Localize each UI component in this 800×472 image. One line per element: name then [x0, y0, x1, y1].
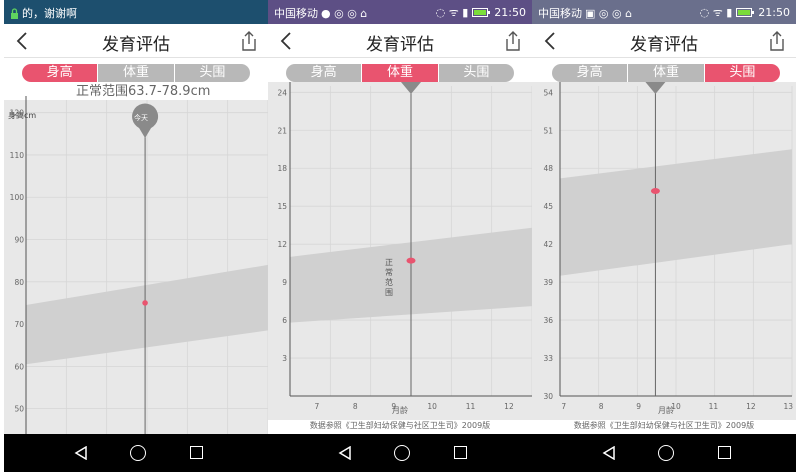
x-axis-label: 月龄: [392, 406, 408, 415]
system-nav-bar: [268, 434, 532, 472]
nav-home-icon[interactable]: [394, 445, 410, 461]
y-tick-label: 39: [543, 278, 553, 287]
height-chart[interactable]: 5060708090100110120: [4, 0, 268, 472]
x-tick-label: 8: [353, 402, 358, 411]
y-tick-label: 12: [277, 240, 287, 249]
normal-range-label: 正常范围: [385, 258, 393, 297]
x-tick-label: 7: [561, 402, 566, 411]
x-tick-label: 11: [709, 402, 719, 411]
y-tick-label: 51: [543, 126, 553, 135]
y-tick-label: 50: [14, 405, 24, 414]
data-point: [142, 300, 148, 306]
x-tick-label: 9: [636, 402, 641, 411]
y-tick-label: 54: [543, 88, 553, 97]
system-nav-bar: [532, 434, 796, 472]
y-tick-label: 45: [543, 202, 553, 211]
y-axis-label: 身高cm: [8, 111, 37, 120]
nav-home-icon[interactable]: [130, 445, 146, 461]
screen-head-circumference: 中国移动 ▣ ◎ ◎ ⌂ ◌ ᯤ ▮ 21:50 发育评估 身高 体重 头围 3…: [532, 0, 796, 472]
y-tick-label: 36: [543, 316, 553, 325]
y-tick-label: 33: [543, 354, 553, 363]
y-tick-label: 110: [10, 151, 25, 160]
x-tick-label: 13: [783, 402, 793, 411]
y-tick-label: 30: [543, 392, 553, 401]
data-source-note: 数据参照《卫生部妇幼保健与社区卫生司》2009版: [573, 421, 755, 430]
x-tick-label: 8: [599, 402, 604, 411]
head-circumference-chart[interactable]: 3033363942454851547 8 9 10 11 12 13: [532, 0, 796, 472]
data-point: [406, 257, 416, 264]
nav-recent-icon[interactable]: [718, 446, 731, 459]
weight-chart[interactable]: 36912151821247 8 9 10 11 12: [268, 0, 532, 472]
x-tick-label: 10: [427, 402, 437, 411]
data-source-note: 数据参照《卫生部妇幼保健与社区卫生司》2009版: [309, 421, 491, 430]
x-tick-label: 12: [746, 402, 756, 411]
nav-home-icon[interactable]: [658, 445, 674, 461]
x-tick-label: 7: [314, 402, 319, 411]
nav-recent-icon[interactable]: [454, 446, 467, 459]
x-tick-label: 11: [466, 402, 476, 411]
y-tick-label: 3: [282, 354, 287, 363]
y-tick-label: 80: [14, 278, 24, 287]
today-marker-label: 今天: [134, 114, 148, 122]
nav-back-icon[interactable]: [338, 446, 352, 460]
y-tick-label: 15: [277, 202, 287, 211]
nav-back-icon[interactable]: [602, 446, 616, 460]
y-tick-label: 6: [282, 316, 287, 325]
y-tick-label: 24: [277, 88, 287, 97]
x-axis-label: 月龄: [658, 406, 674, 415]
y-tick-label: 60: [14, 362, 24, 371]
data-point: [650, 188, 660, 195]
y-tick-label: 18: [277, 164, 287, 173]
y-tick-label: 9: [282, 278, 287, 287]
screen-height: 的，谢谢啊 发育评估 身高 体重 头围 正常范围63.7-78.9cm 50 60…: [4, 0, 268, 472]
y-tick-label: 48: [543, 164, 553, 173]
system-nav-bar: [4, 434, 268, 472]
x-tick-label: 12: [504, 402, 514, 411]
nav-back-icon[interactable]: [74, 446, 88, 460]
y-tick-label: 100: [10, 193, 25, 202]
y-tick-label: 70: [14, 320, 24, 329]
screen-weight: 中国移动 ● ◎ ◎ ⌂ ◌ ᯤ ▮ 21:50 发育评估 身高 体重 头围 3…: [268, 0, 532, 472]
plot-background: [4, 100, 268, 434]
y-tick-label: 21: [277, 126, 287, 135]
y-tick-label: 90: [14, 236, 24, 245]
nav-recent-icon[interactable]: [190, 446, 203, 459]
y-tick-label: 42: [543, 240, 553, 249]
